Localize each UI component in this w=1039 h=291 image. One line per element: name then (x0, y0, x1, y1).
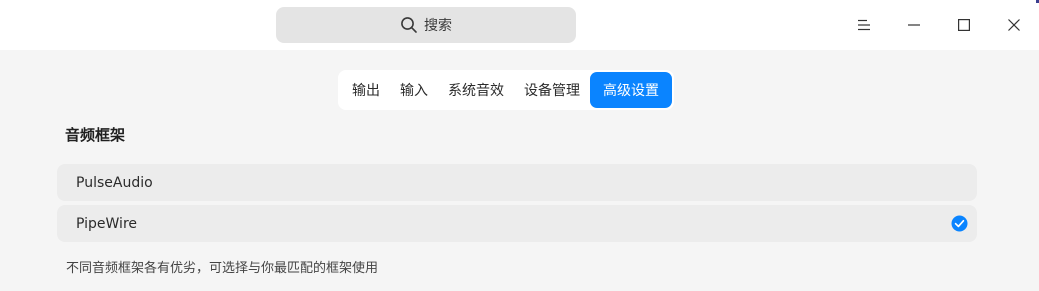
tab-bar: 输出 输入 系统音效 设备管理 高级设置 (338, 70, 674, 110)
tab-advanced-settings[interactable]: 高级设置 (590, 72, 672, 108)
section-title: 音频框架 (65, 126, 126, 144)
option-label: PulseAudio (76, 174, 153, 191)
search-placeholder: 搜索 (424, 18, 452, 34)
option-pulseaudio[interactable]: PulseAudio (57, 164, 977, 201)
option-pipewire[interactable]: PipeWire (57, 205, 977, 242)
menu-icon (858, 19, 870, 31)
minimize-icon (908, 24, 920, 26)
tab-input[interactable]: 输入 (390, 72, 438, 108)
tab-system-sounds[interactable]: 系统音效 (438, 72, 514, 108)
tab-output[interactable]: 输出 (342, 72, 390, 108)
option-label: PipeWire (76, 215, 138, 232)
close-icon (1008, 19, 1020, 31)
menu-button[interactable] (849, 10, 879, 40)
search-icon (401, 17, 417, 33)
minimize-button[interactable] (899, 10, 929, 40)
check-circle-icon (951, 215, 968, 232)
maximize-icon (958, 19, 971, 32)
hint-text: 不同音频框架各有优劣，可选择与你最匹配的框架使用 (66, 261, 379, 276)
titlebar: 搜索 (0, 0, 1039, 50)
maximize-button[interactable] (949, 10, 979, 40)
tab-device-management[interactable]: 设备管理 (514, 72, 590, 108)
close-button[interactable] (999, 10, 1029, 40)
search-input[interactable]: 搜索 (276, 7, 576, 43)
